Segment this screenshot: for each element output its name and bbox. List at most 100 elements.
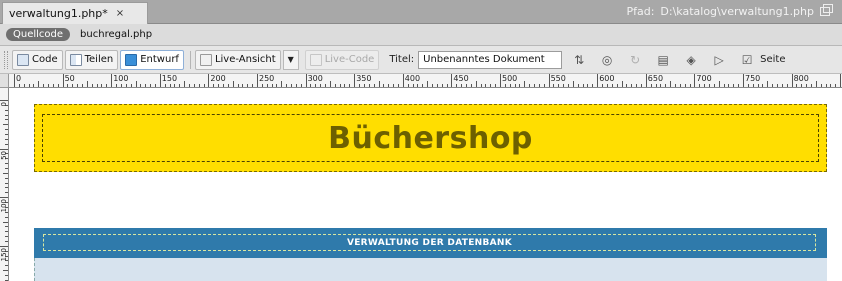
- ruler-tick: [252, 84, 254, 87]
- title-label: Titel:: [389, 54, 415, 65]
- code-icon: [17, 53, 29, 66]
- ruler-tick: [674, 84, 676, 87]
- file-management-icon[interactable]: ⇅: [568, 51, 590, 69]
- ruler-tick: [762, 84, 764, 87]
- ruler-tick: [91, 84, 93, 87]
- ruler-tick: [271, 84, 273, 87]
- view-options-icon[interactable]: ▤: [652, 51, 674, 69]
- ruler-tick: [538, 84, 540, 87]
- ruler-tick: [427, 81, 429, 87]
- ruler-tick: [188, 84, 190, 87]
- ruler-tick: [495, 84, 497, 87]
- ruler-tick: [631, 84, 633, 87]
- ruler-tick: [5, 129, 8, 131]
- page-header-inner[interactable]: Büchershop: [42, 114, 819, 162]
- ruler-tick: [679, 84, 681, 87]
- ruler-tick: [159, 74, 161, 87]
- ruler-tick: [77, 84, 79, 87]
- live-view-label: Live-Ansicht: [214, 54, 276, 65]
- live-view-icon: [199, 53, 212, 66]
- source-code-button[interactable]: Quellcode: [6, 28, 71, 41]
- admin-section-inner[interactable]: VERWALTUNG DER DATENBANK: [43, 234, 816, 251]
- ruler-tick: [490, 84, 492, 87]
- ruler-tick: [738, 84, 740, 87]
- related-file-link[interactable]: buchregal.php: [80, 29, 152, 40]
- ruler-tick: [52, 84, 54, 87]
- path-label: Pfad:: [626, 5, 655, 18]
- live-code-icon: [309, 53, 322, 66]
- content-area[interactable]: [34, 258, 827, 281]
- code-view-button[interactable]: Code: [12, 49, 63, 70]
- ruler-tick: [572, 81, 574, 87]
- ruler-tick: [237, 84, 239, 87]
- close-tab-icon[interactable]: ×: [116, 8, 124, 19]
- ruler-origin[interactable]: [0, 74, 9, 88]
- check-page-icon[interactable]: ☑: [736, 51, 758, 69]
- ruler-tick: [150, 84, 152, 87]
- admin-section-bar[interactable]: VERWALTUNG DER DATENBANK: [34, 228, 827, 258]
- ruler-tick: [305, 74, 307, 87]
- related-files-bar: Quellcode buchregal.php: [0, 24, 842, 46]
- ruler-label: 50: [64, 74, 75, 83]
- ruler-tick: [5, 236, 8, 238]
- vertical-ruler[interactable]: 0 50 100 150: [0, 88, 9, 281]
- page-header-block[interactable]: Büchershop: [34, 104, 827, 172]
- ruler-tick: [772, 84, 774, 87]
- ruler-tick: [257, 74, 258, 87]
- page-header-title[interactable]: Büchershop: [328, 121, 533, 156]
- ruler-tick: [106, 84, 108, 87]
- ruler-tick: [670, 81, 672, 87]
- ruler-tick: [247, 84, 249, 87]
- ruler-tick: [198, 84, 200, 87]
- ruler-tick: [704, 84, 706, 87]
- ruler-tick: [5, 143, 8, 145]
- ruler-tick: [752, 84, 754, 87]
- ruler-tick: [602, 84, 604, 87]
- design-view-button[interactable]: Entwurf: [120, 49, 184, 70]
- ruler-tick: [5, 177, 8, 179]
- ruler-label: 800: [793, 74, 809, 83]
- restore-window-icon[interactable]: [820, 4, 833, 16]
- ruler-tick: [227, 84, 229, 87]
- ruler-tick: [116, 84, 118, 87]
- live-code-button[interactable]: Live-Code: [304, 49, 380, 70]
- admin-section-title[interactable]: VERWALTUNG DER DATENBANK: [347, 238, 512, 248]
- horizontal-ruler[interactable]: 0 50 100 150 200 250 300 350 400 450 500 550 600 650 7…: [9, 74, 842, 88]
- ruler-tick: [820, 84, 822, 87]
- ruler-tick: [18, 84, 20, 87]
- ruler-tick: [451, 74, 453, 87]
- ruler-tick: [315, 84, 317, 87]
- ruler-tick: [354, 74, 356, 87]
- ruler-label: 100: [0, 199, 8, 213]
- ruler-tick: [101, 84, 103, 87]
- ruler-label: 200: [210, 74, 226, 83]
- validate-markup-icon[interactable]: ▷: [708, 51, 730, 69]
- document-title-input[interactable]: [418, 50, 563, 69]
- ruler-tick: [5, 240, 8, 242]
- ruler-label: 0: [0, 102, 8, 107]
- ruler-tick: [606, 84, 608, 87]
- split-view-button[interactable]: Teilen: [64, 49, 119, 70]
- live-view-button[interactable]: Live-Ansicht: [194, 49, 281, 70]
- toolbar-grip[interactable]: [4, 50, 8, 69]
- ruler-tick: [723, 84, 725, 87]
- ruler-tick: [3, 172, 8, 174]
- check-page-label: Seite: [760, 54, 786, 65]
- document-tab[interactable]: verwaltung1.php* ×: [2, 2, 148, 24]
- ruler-tick: [125, 84, 127, 87]
- ruler-tick: [96, 84, 98, 87]
- code-view-label: Code: [32, 54, 58, 65]
- ruler-tick: [470, 84, 472, 87]
- ruler-tick: [145, 84, 147, 87]
- ruler-label: 750: [745, 74, 761, 83]
- ruler-tick: [33, 84, 35, 87]
- ruler-label: 0: [16, 74, 22, 83]
- ruler-tick: [5, 226, 8, 228]
- design-canvas[interactable]: Büchershop VERWALTUNG DER DATENBANK: [10, 88, 842, 281]
- ruler-tick: [5, 231, 8, 233]
- refresh-icon[interactable]: ↻: [624, 51, 646, 69]
- visual-aids-icon[interactable]: ◈: [680, 51, 702, 69]
- ruler-tick: [325, 84, 327, 87]
- preview-browser-icon[interactable]: ◎: [596, 51, 618, 69]
- live-view-dropdown[interactable]: ▼: [282, 49, 299, 70]
